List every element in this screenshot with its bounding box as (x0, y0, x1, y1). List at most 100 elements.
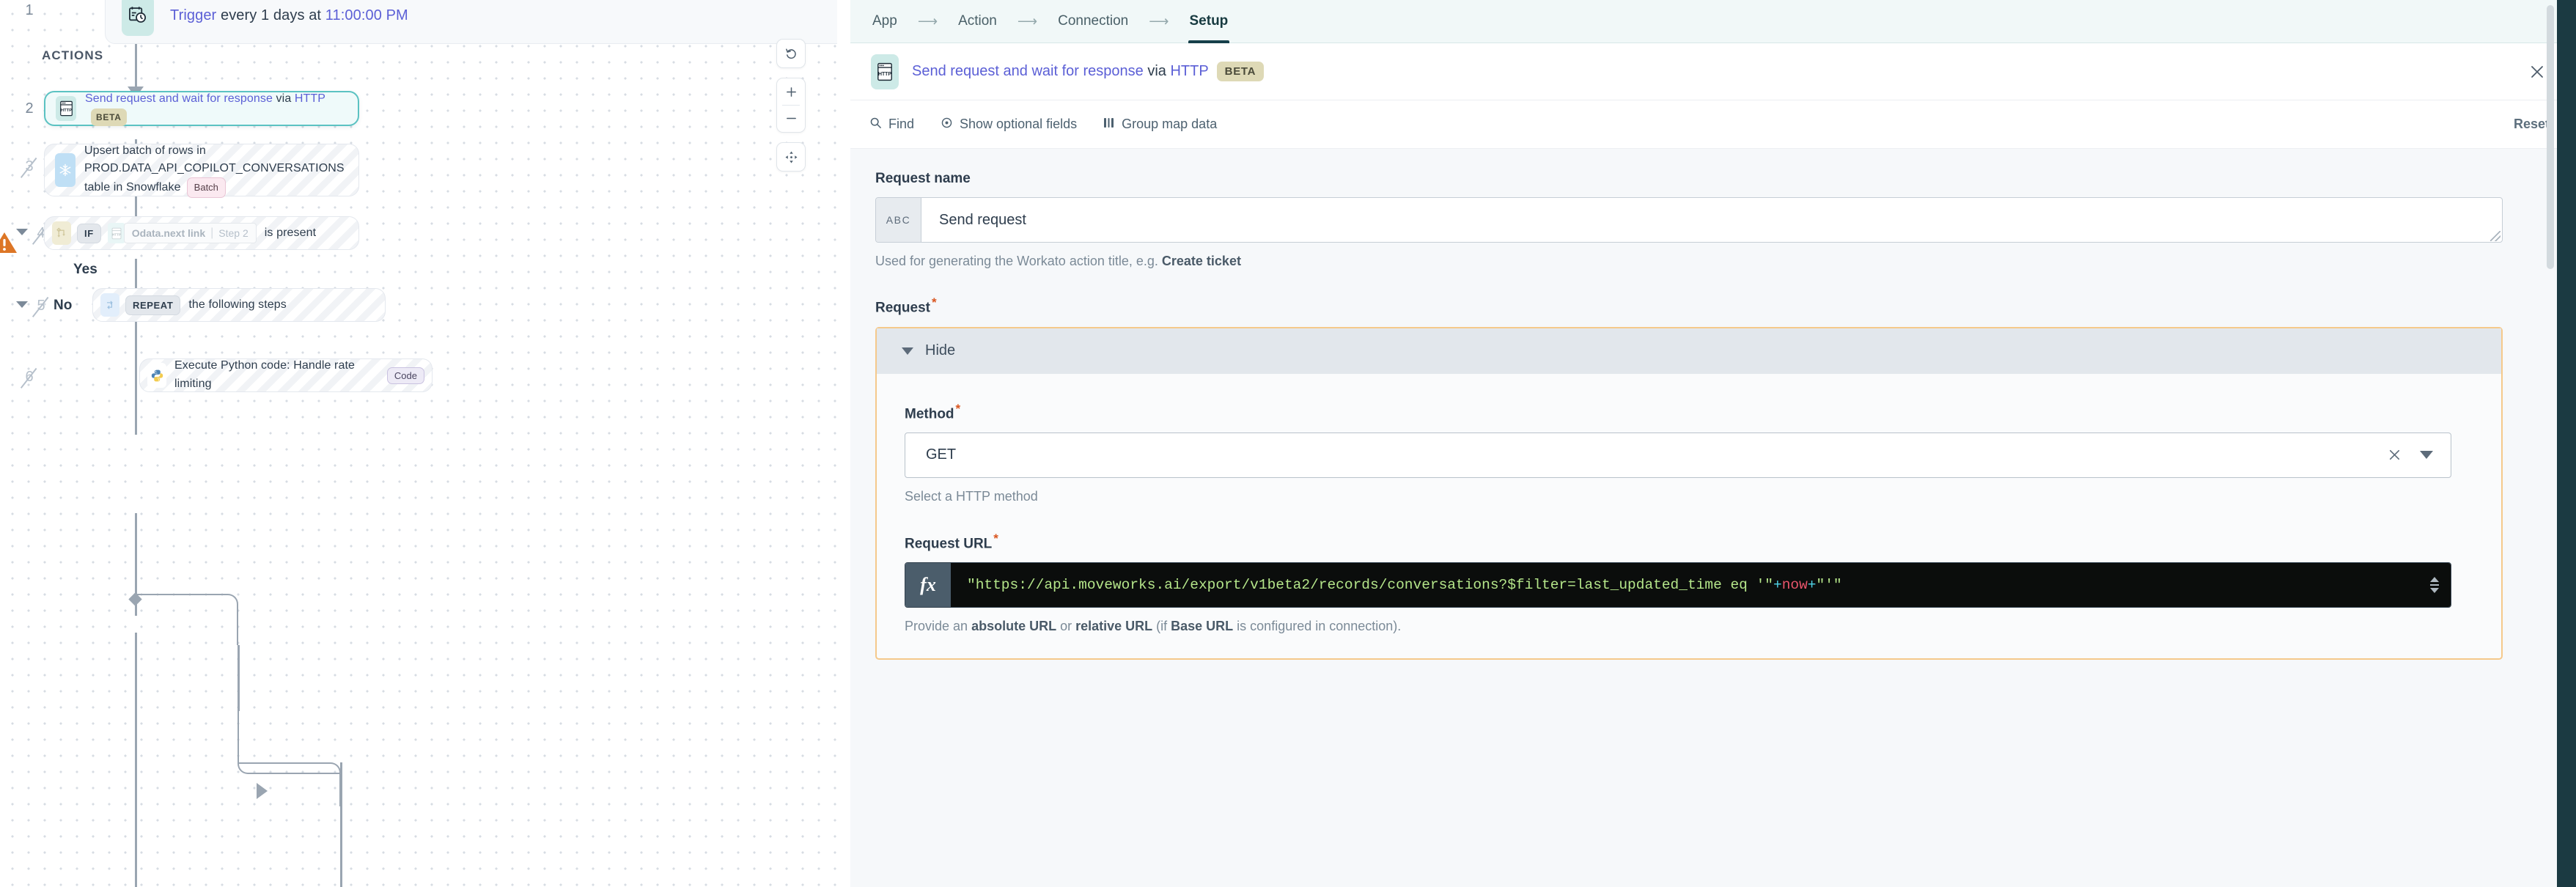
find-button[interactable]: Find (869, 117, 914, 133)
config-toolbar: Find Show optional fields Group map data (850, 100, 2576, 149)
repeat-icon (100, 293, 119, 317)
repeat-title: the following steps (188, 298, 287, 311)
request-name-hint: Used for generating the Workato action t… (875, 252, 2551, 270)
request-name-hint-bold: Create ticket (1161, 254, 1241, 268)
step-number-1: 1 (25, 2, 34, 18)
http-app-link[interactable]: HTTP (295, 92, 325, 105)
reset-button[interactable]: Reset (2514, 117, 2550, 132)
request-name-input[interactable]: ABC Send request (875, 197, 2503, 243)
page-title: Send request and wait for response via H… (912, 62, 1265, 81)
datapill-label: Odata.next link (131, 227, 206, 239)
code-expand-stepper[interactable] (2430, 577, 2439, 594)
panel-app-link[interactable]: HTTP (1170, 63, 1208, 79)
url-operator-2: + (1807, 577, 1817, 594)
app-right-edge (2557, 0, 2576, 887)
undo-icon[interactable] (777, 40, 805, 67)
http-icon: HTTP (871, 54, 899, 89)
trigger-rest: every 1 days at (216, 7, 325, 23)
find-label: Find (888, 117, 915, 131)
url-hint-2: or (1056, 619, 1076, 634)
url-variable-now: now (1781, 577, 1808, 594)
request-url-code[interactable]: "https://api.moveworks.ai/export/v1beta2… (951, 563, 2451, 608)
step-title-snowflake: Upsert batch of rows in PROD.DATA_API_CO… (84, 142, 348, 198)
method-select[interactable]: GET (905, 432, 2451, 478)
trigger-time[interactable]: 11:00:00 PM (325, 7, 408, 23)
connector-python-down (340, 762, 342, 887)
step-card-if[interactable]: IF HTTP Odata.next link | Step 2 is pres… (44, 216, 359, 250)
http-icon-small: HTTP (107, 223, 125, 243)
warning-triangle-icon[interactable] (0, 231, 18, 258)
snowflake-line-1: Upsert batch of rows in PROD.DATA_API_CO… (84, 144, 345, 175)
minus-icon[interactable] (777, 106, 805, 132)
action-config-panel: App ⟶ Action ⟶ Connection ⟶ Setup HTTP S… (850, 0, 2576, 887)
step-number-3: 3 (13, 158, 45, 175)
batch-badge: Batch (186, 177, 226, 198)
step-card-http[interactable]: HTTP Send request and wait for response … (44, 91, 359, 127)
step-card-snowflake[interactable]: Upsert batch of rows in PROD.DATA_API_CO… (44, 142, 359, 198)
canvas-undo-control[interactable] (776, 39, 806, 68)
canvas-recenter-control[interactable] (776, 142, 806, 172)
request-name-value[interactable]: Send request (921, 198, 2502, 242)
grip-dots-icon (2430, 584, 2439, 586)
group-map-data-label: Group map data (1122, 117, 1218, 131)
step-number-2: 2 (25, 100, 34, 117)
if-condition-text: is present (264, 226, 317, 239)
method-label: Method * (905, 402, 2473, 422)
step-card-python[interactable]: Execute Python code: Handle rate limitin… (139, 358, 433, 392)
search-icon (869, 117, 882, 133)
request-name-hint-pre: Used for generating the Workato action t… (875, 254, 1162, 268)
request-hide-toggle[interactable]: Hide (877, 328, 2501, 374)
url-string-part-2: "'" (1816, 577, 1842, 594)
panel-via: via (1143, 62, 1171, 79)
breadcrumb-app[interactable]: App (871, 0, 899, 43)
snowflake-line-2: table in Snowflake (84, 181, 181, 194)
panel-header: HTTP Send request and wait for response … (850, 43, 2576, 100)
close-icon[interactable] (2525, 59, 2550, 84)
breadcrumb-arrow-2: ⟶ (1017, 13, 1038, 29)
breadcrumb-action[interactable]: Action (957, 0, 998, 43)
method-label-text: Method (905, 405, 954, 422)
svg-text:HTTP: HTTP (60, 108, 71, 113)
chevron-down-icon[interactable] (2430, 588, 2439, 594)
url-hint-b1: absolute URL (971, 619, 1057, 634)
request-url-label-text: Request URL (905, 536, 993, 552)
url-hint-4: is configured in connection). (1233, 619, 1402, 634)
recenter-icon[interactable] (777, 143, 805, 171)
request-url-input[interactable]: fx "https://api.moveworks.ai/export/v1be… (905, 562, 2451, 608)
group-map-data-button[interactable]: Group map data (1103, 117, 1217, 133)
breadcrumb-arrow-3: ⟶ (1149, 13, 1169, 29)
canvas-zoom-control[interactable] (776, 78, 806, 133)
datapill-odata-next-link[interactable]: Odata.next link | Step 2 (123, 223, 257, 243)
columns-icon (1103, 117, 1115, 133)
request-url-hint: Provide an absolute URL or relative URL … (905, 617, 2473, 636)
config-form: Request name ABC Send request Used for g… (850, 149, 2576, 887)
panel-action-link[interactable]: Send request and wait for response (912, 63, 1144, 79)
recipe-canvas[interactable]: 1 Trigger every 1 days at 11:00:00 PM AC… (0, 0, 850, 887)
formula-mode-icon[interactable]: fx (905, 563, 951, 608)
step-card-trigger[interactable]: Trigger every 1 days at 11:00:00 PM (105, 0, 850, 44)
breadcrumb-connection[interactable]: Connection (1056, 0, 1130, 43)
request-section-label: Request * (875, 295, 2551, 316)
http-via: via (273, 92, 295, 105)
request-label-text: Request (875, 300, 930, 316)
url-hint-1: Provide an (905, 619, 972, 634)
connector-python-elbow (238, 762, 341, 806)
http-action-link[interactable]: Send request and wait for response (85, 92, 273, 105)
datapill-step: Step 2 (218, 227, 249, 239)
show-optional-fields-button[interactable]: Show optional fields (941, 117, 1077, 133)
chevron-up-icon[interactable] (2430, 577, 2439, 583)
breadcrumb-setup[interactable]: Setup (1188, 0, 1230, 43)
chevron-down-icon[interactable] (2420, 451, 2433, 460)
repeat-tag: REPEAT (125, 295, 181, 315)
python-icon (147, 363, 166, 388)
panel-scrollbar[interactable] (2547, 5, 2554, 269)
required-marker: * (993, 531, 998, 546)
trigger-link[interactable]: Trigger (170, 7, 216, 23)
url-string-part-1: "https://api.moveworks.ai/export/v1beta2… (967, 577, 1773, 594)
close-icon[interactable] (2382, 443, 2407, 468)
plus-icon[interactable] (777, 78, 805, 105)
resize-grip[interactable] (2490, 231, 2500, 241)
step-number-5: 5 (25, 298, 57, 314)
step-card-repeat[interactable]: REPEAT the following steps (92, 288, 386, 322)
show-optional-fields-label: Show optional fields (960, 117, 1078, 131)
